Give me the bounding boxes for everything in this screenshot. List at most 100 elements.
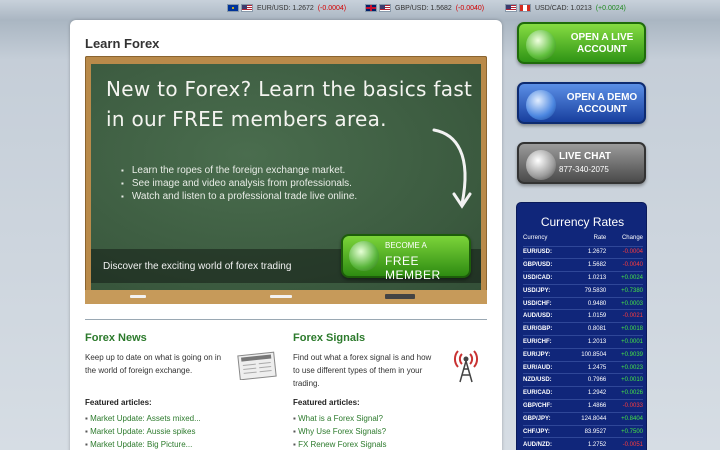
rate-pair-cell: USD/CAD: — [523, 271, 567, 285]
rate-change-cell: -0.0033 — [610, 399, 643, 413]
section-divider — [85, 319, 487, 320]
article-link[interactable]: Why Use Forex Signals? — [293, 425, 387, 438]
ticker-eurusd: EUR/USD: 1.2672 (-0.0004) — [227, 4, 346, 12]
rate-change-cell: -0.0051 — [610, 437, 643, 450]
table-row: CHF/JPY: 83.9527 +0.7500 — [523, 424, 643, 438]
rate-change-cell: +0.0018 — [610, 322, 643, 336]
live-chat-label: LIVE CHAT — [559, 151, 612, 162]
rate-change-cell: +0.0003 — [610, 296, 643, 310]
chalk-piece — [270, 295, 292, 298]
rate-rate-cell: 1.2013 — [566, 335, 611, 349]
ticker-pair: USD/CAD: — [535, 4, 569, 12]
rate-change-cell: +0.0023 — [610, 360, 643, 374]
open-demo-account-label: OPEN A DEMO ACCOUNT — [566, 92, 638, 115]
forex-news-links: Market Update: Assets mixed... Market Up… — [85, 412, 201, 450]
rate-change-cell: +0.0001 — [610, 335, 643, 349]
currency-rates-table: Currency Rate Change EUR/USD: 1.2672 -0.00… — [523, 235, 643, 450]
rate-rate-cell: 100.8504 — [566, 347, 611, 362]
chalkboard-banner[interactable]: New to Forex? Learn the basics fast in o… — [85, 56, 487, 304]
rate-ticker: EUR/USD: 1.2672 (-0.0004) GBP/USD: 1.568… — [0, 0, 720, 18]
list-item: Learn the ropes of the foreign exchange … — [121, 164, 357, 177]
rate-pair-cell: EUR/AUD: — [523, 360, 567, 374]
rate-change-cell: -0.0021 — [610, 309, 643, 323]
rate-rate-cell: 0.7966 — [566, 373, 611, 387]
table-row: USD/JPY: 79.5830 +0.7380 — [523, 283, 643, 298]
chalk-ledge — [85, 290, 487, 304]
ticker-rate: 1.2672 — [292, 4, 314, 12]
live-chat-button[interactable]: LIVE CHAT 877-340-2075 — [517, 142, 646, 184]
forex-news-description: Keep up to date on what is going on in t… — [85, 353, 222, 375]
rate-change-cell: -0.0040 — [610, 258, 643, 272]
article-link[interactable]: Market Update: Assets mixed... — [85, 412, 201, 425]
rate-pair-cell: USD/CHF: — [523, 296, 567, 310]
rate-rate-cell: 1.0213 — [566, 271, 611, 285]
ticker-pair: GBP/USD: — [395, 4, 429, 12]
become-free-member-button[interactable]: BECOME A FREE MEMBER — [341, 234, 471, 282]
forex-signals-title[interactable]: Forex Signals — [293, 332, 365, 344]
article-link[interactable]: Market Update: Big Picture... — [85, 438, 201, 450]
table-row: AUD/USD: 1.0159 -0.0021 — [523, 309, 643, 323]
article-link[interactable]: FX Renew Forex Signals — [293, 438, 386, 450]
table-row: GBP/USD: 1.5682 -0.0040 — [523, 258, 643, 272]
rate-rate-cell: 1.2672 — [566, 245, 611, 259]
rate-rate-cell: 1.2752 — [566, 437, 611, 450]
table-row: NZD/USD: 0.7966 +0.0010 — [523, 373, 643, 387]
rate-rate-cell: 1.2475 — [566, 360, 611, 374]
rate-rate-cell: 124.8044 — [566, 411, 611, 426]
rate-change-cell: +0.7380 — [610, 283, 643, 298]
ticker-gbpusd: GBP/USD: 1.5682 (-0.0040) — [365, 4, 484, 12]
learn-forex-panel: Learn Forex New to Forex? Learn the basi… — [70, 20, 502, 450]
forex-signals-links: What is a Forex Signal? Why Use Forex Si… — [293, 412, 387, 450]
table-row: GBP/JPY: 124.8044 +0.8404 — [523, 411, 643, 426]
rate-change-cell: -0.0004 — [610, 245, 643, 259]
forex-signals-featured-label: Featured articles: — [293, 398, 360, 407]
rate-pair-cell: EUR/USD: — [523, 245, 567, 259]
rate-pair-cell: AUD/NZD: — [523, 437, 567, 450]
chalkboard-surface: New to Forex? Learn the basics fast in o… — [91, 64, 481, 290]
signal-antenna-icon — [454, 350, 478, 383]
table-row: EUR/AUD: 1.2475 +0.0023 — [523, 360, 643, 374]
rate-rate-cell: 0.8081 — [566, 322, 611, 336]
currency-rates-widget: Currency Rates Currency Rate Change EUR/… — [516, 202, 647, 450]
page-title: Learn Forex — [85, 36, 160, 51]
open-live-account-button[interactable]: OPEN A LIVE ACCOUNT — [517, 22, 646, 64]
rate-pair-cell: GBP/USD: — [523, 258, 567, 272]
table-row: EUR/CAD: 1.2942 +0.0026 — [523, 386, 643, 400]
table-row: EUR/USD: 1.2672 -0.0004 — [523, 245, 643, 259]
open-live-account-label: OPEN A LIVE ACCOUNT — [570, 32, 634, 55]
member-button-small-label: BECOME A — [385, 241, 427, 250]
ticker-rate: 1.5682 — [430, 4, 452, 12]
rate-rate-cell: 1.4866 — [566, 399, 611, 413]
us-flag-icon — [241, 4, 253, 12]
rate-rate-cell: 1.5682 — [566, 258, 611, 272]
eu-flag-icon — [227, 4, 239, 12]
table-row: EUR/JPY: 100.8504 +0.9039 — [523, 347, 643, 362]
rate-change-cell: +0.8404 — [610, 411, 643, 426]
eraser-icon — [385, 294, 415, 299]
table-row: GBP/CHF: 1.4866 -0.0033 — [523, 399, 643, 413]
rate-pair-cell: NZD/USD: — [523, 373, 567, 387]
rate-change-cell: +0.0010 — [610, 373, 643, 387]
table-row: USD/CAD: 1.0213 +0.0024 — [523, 271, 643, 285]
rate-pair-cell: EUR/CAD: — [523, 386, 567, 400]
rate-rate-cell: 79.5830 — [566, 283, 611, 298]
live-chat-phone: 877-340-2075 — [559, 165, 609, 174]
rate-pair-cell: USD/JPY: — [523, 283, 567, 298]
table-row: AUD/NZD: 1.2752 -0.0051 — [523, 437, 643, 450]
globe-icon — [349, 241, 379, 271]
banner-headline: New to Forex? Learn the basics fast in o… — [106, 77, 473, 131]
rate-pair-cell: EUR/CHF: — [523, 335, 567, 349]
forex-news-title[interactable]: Forex News — [85, 332, 147, 344]
forex-news-featured-label: Featured articles: — [85, 398, 152, 407]
article-link[interactable]: Market Update: Aussie spikes — [85, 425, 201, 438]
list-item: Watch and listen to a professional trade… — [121, 190, 357, 203]
open-demo-account-button[interactable]: OPEN A DEMO ACCOUNT — [517, 82, 646, 124]
table-row: EUR/CHF: 1.2013 +0.0001 — [523, 335, 643, 349]
rate-pair-cell: GBP/JPY: — [523, 411, 567, 426]
globe-icon — [526, 30, 556, 60]
rate-rate-cell: 83.9527 — [566, 424, 611, 438]
chalk-arrow-icon — [432, 128, 472, 209]
ticker-change: (+0.0024) — [595, 4, 626, 12]
rate-change-cell: +0.9039 — [610, 347, 643, 362]
article-link[interactable]: What is a Forex Signal? — [293, 412, 387, 425]
